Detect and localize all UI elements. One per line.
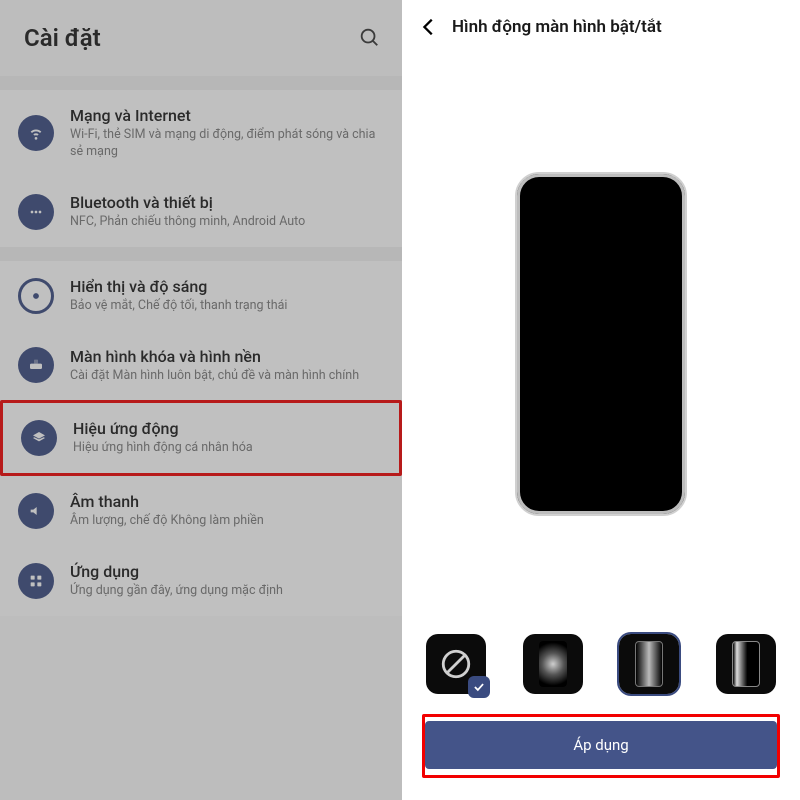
animation-option-slide[interactable] (716, 634, 776, 694)
settings-item-title: Hiển thị và độ sáng (70, 277, 382, 296)
settings-item-title: Mạng và Internet (70, 106, 382, 125)
settings-item-sub: NFC, Phản chiếu thông minh, Android Auto (70, 214, 382, 231)
settings-item-animation[interactable]: Hiệu ứng động Hiệu ứng hình động cá nhân… (3, 403, 399, 473)
apps-icon (18, 563, 54, 599)
settings-item-sub: Âm lượng, chế độ Không làm phiền (70, 513, 382, 530)
settings-item-title: Hiệu ứng động (73, 419, 379, 438)
settings-item-apps[interactable]: Ứng dụng Ứng dụng gần đây, ứng dụng mặc … (0, 546, 402, 616)
brightness-icon (18, 278, 54, 314)
animation-header: Hình động màn hình bật/tắt (402, 0, 800, 54)
settings-item-title: Âm thanh (70, 492, 382, 511)
animation-pane: Hình động màn hình bật/tắt Áp dụng (402, 0, 800, 800)
settings-item-sub: Ứng dụng gần đây, ứng dụng mặc định (70, 583, 382, 600)
highlight-box: Áp dụng (422, 714, 780, 778)
animation-title: Hình động màn hình bật/tắt (452, 17, 662, 37)
settings-item-sub: Wi-Fi, thẻ SIM và mạng di động, điểm phá… (70, 127, 382, 161)
settings-item-title: Ứng dụng (70, 562, 382, 581)
animation-option-none[interactable] (426, 634, 486, 694)
animation-option-vertical[interactable] (619, 634, 679, 694)
phone-preview (402, 54, 800, 634)
apply-button[interactable]: Áp dụng (425, 721, 777, 769)
settings-item-lockscreen[interactable]: Màn hình khóa và hình nền Cài đặt Màn hì… (0, 331, 402, 401)
settings-item-sub: Bảo vệ mắt, Chế độ tối, thanh trạng thái (70, 298, 382, 315)
sound-icon (18, 493, 54, 529)
settings-item-sound[interactable]: Âm thanh Âm lượng, chế độ Không làm phiề… (0, 476, 402, 546)
settings-item-sub: Hiệu ứng hình động cá nhân hóa (73, 440, 379, 457)
settings-item-bluetooth[interactable]: Bluetooth và thiết bị NFC, Phản chiếu th… (0, 177, 402, 247)
back-button[interactable] (416, 14, 442, 40)
search-icon[interactable] (358, 26, 382, 50)
settings-header: Cài đặt (0, 0, 402, 76)
settings-item-title: Bluetooth và thiết bị (70, 193, 382, 212)
more-dots-icon (18, 194, 54, 230)
apply-wrap: Áp dụng (402, 714, 800, 800)
wifi-icon (18, 115, 54, 151)
animation-options (402, 634, 800, 714)
highlight-box: Hiệu ứng động Hiệu ứng hình động cá nhân… (0, 400, 402, 476)
settings-list: Mạng và Internet Wi-Fi, thẻ SIM và mạng … (0, 76, 402, 616)
apply-label: Áp dụng (573, 736, 628, 754)
settings-title: Cài đặt (24, 24, 101, 52)
settings-item-display[interactable]: Hiển thị và độ sáng Bảo vệ mắt, Chế độ t… (0, 261, 402, 331)
dock-icon (18, 347, 54, 383)
settings-item-network[interactable]: Mạng và Internet Wi-Fi, thẻ SIM và mạng … (0, 90, 402, 177)
phone-shell-icon (515, 172, 687, 516)
layers-icon (21, 420, 57, 456)
check-badge-icon (468, 676, 490, 698)
animation-option-glow[interactable] (523, 634, 583, 694)
settings-item-sub: Cài đặt Màn hình luôn bật, chủ đề và màn… (70, 368, 382, 385)
settings-item-title: Màn hình khóa và hình nền (70, 347, 382, 366)
settings-pane: Cài đặt Mạng và Internet Wi-Fi, thẻ SIM … (0, 0, 402, 800)
